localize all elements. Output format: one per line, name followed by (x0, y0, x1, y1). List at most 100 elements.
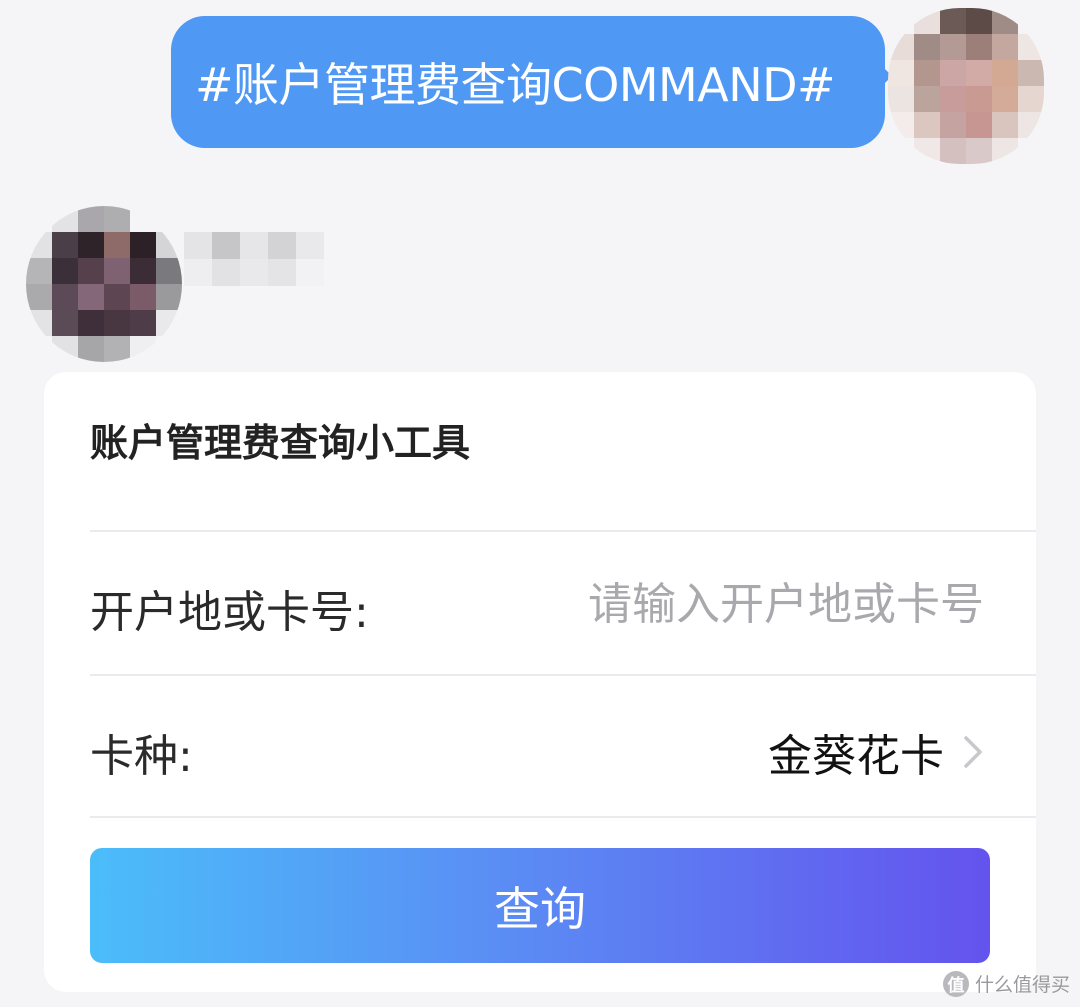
avatar-pixel (78, 284, 104, 310)
avatar-pixel (1018, 60, 1044, 86)
watermark: 值 什么值得买 (942, 970, 1070, 997)
chat-screen: #账户管理费查询COMMAND# 账户管理费查询小工具 开户地或卡号: 卡种: … (0, 0, 1080, 1007)
avatar-pixel (888, 34, 914, 60)
name-pixel (184, 232, 212, 259)
avatar-pixel (966, 112, 992, 138)
chevron-right-icon[interactable] (960, 732, 986, 772)
name-pixel (212, 259, 240, 286)
avatar-pixel (156, 336, 182, 362)
avatar-pixel (26, 232, 52, 258)
divider (90, 816, 1036, 818)
bot-avatar[interactable] (26, 206, 182, 362)
avatar-pixel (78, 206, 104, 232)
avatar-pixel (26, 336, 52, 362)
name-pixel (296, 232, 324, 259)
avatar-pixel (1018, 112, 1044, 138)
avatar-pixel (914, 34, 940, 60)
avatar-pixel (26, 284, 52, 310)
avatar-pixel (52, 206, 78, 232)
avatar-pixel (130, 232, 156, 258)
avatar-pixel (940, 112, 966, 138)
name-pixel (240, 259, 268, 286)
name-pixel (268, 259, 296, 286)
avatar-pixel (130, 206, 156, 232)
avatar-pixel (888, 86, 914, 112)
avatar-pixel (78, 336, 104, 362)
name-pixel (240, 232, 268, 259)
avatar-pixel (52, 336, 78, 362)
avatar-pixel (104, 258, 130, 284)
avatar-pixel (914, 112, 940, 138)
avatar-pixel (992, 138, 1018, 164)
query-button[interactable]: 查询 (90, 848, 990, 963)
avatar-pixel (992, 8, 1018, 34)
bot-name-blurred (184, 232, 324, 286)
watermark-logo-icon: 值 (942, 970, 969, 997)
avatar-pixel (52, 284, 78, 310)
avatar-pixel (888, 138, 914, 164)
name-pixel (268, 232, 296, 259)
avatar-pixel (966, 8, 992, 34)
avatar-pixel (156, 258, 182, 284)
name-pixel (212, 232, 240, 259)
avatar-pixel (940, 86, 966, 112)
avatar-pixel (156, 310, 182, 336)
avatar-pixel (914, 86, 940, 112)
avatar-pixel (992, 60, 1018, 86)
avatar-pixel (156, 206, 182, 232)
avatar-pixel (104, 206, 130, 232)
avatar-pixel (52, 232, 78, 258)
avatar-pixel (992, 112, 1018, 138)
avatar-pixel (26, 258, 52, 284)
user-message-text: #账户管理费查询COMMAND# (195, 58, 836, 112)
watermark-text: 什么值得买 (974, 974, 1070, 996)
avatar-pixel (888, 112, 914, 138)
avatar-pixel (78, 310, 104, 336)
avatar-pixel (78, 232, 104, 258)
user-message-bubble[interactable]: #账户管理费查询COMMAND# (171, 16, 885, 148)
avatar-pixel (26, 206, 52, 232)
avatar-pixel (78, 258, 104, 284)
avatar-pixel (156, 232, 182, 258)
avatar-pixel (1018, 138, 1044, 164)
avatar-pixel (52, 258, 78, 284)
avatar-pixel (966, 34, 992, 60)
avatar-pixel (966, 86, 992, 112)
avatar-pixel (52, 310, 78, 336)
divider (90, 530, 1036, 532)
avatar-pixel (914, 8, 940, 34)
avatar-pixel (940, 138, 966, 164)
avatar-pixel (914, 60, 940, 86)
avatar-pixel (1018, 34, 1044, 60)
avatar-pixel (104, 232, 130, 258)
avatar-pixel (940, 34, 966, 60)
fee-query-card: 账户管理费查询小工具 开户地或卡号: 卡种: 金葵花卡 查询 (44, 372, 1036, 992)
avatar-pixel (156, 284, 182, 310)
avatar-pixel (130, 258, 156, 284)
avatar-pixel (1018, 86, 1044, 112)
avatar-pixel (966, 138, 992, 164)
avatar-pixel (940, 60, 966, 86)
avatar-pixel (104, 310, 130, 336)
avatar-pixel (130, 336, 156, 362)
avatar-pixel (888, 60, 914, 86)
avatar-pixel (992, 86, 1018, 112)
name-pixel (184, 259, 212, 286)
location-label: 开户地或卡号: (90, 587, 369, 638)
avatar-pixel (992, 34, 1018, 60)
avatar-pixel (26, 310, 52, 336)
card-title: 账户管理费查询小工具 (90, 421, 471, 465)
avatar-pixel (1018, 8, 1044, 34)
avatar-pixel (130, 310, 156, 336)
avatar-pixel (104, 284, 130, 310)
divider (90, 674, 1036, 676)
avatar-pixel (914, 138, 940, 164)
location-input[interactable] (524, 572, 984, 636)
user-avatar[interactable] (888, 8, 1044, 164)
card-type-select[interactable]: 金葵花卡 (768, 720, 944, 784)
avatar-pixel (130, 284, 156, 310)
avatar-pixel (888, 8, 914, 34)
avatar-pixel (104, 336, 130, 362)
avatar-pixel (966, 60, 992, 86)
name-pixel (296, 259, 324, 286)
